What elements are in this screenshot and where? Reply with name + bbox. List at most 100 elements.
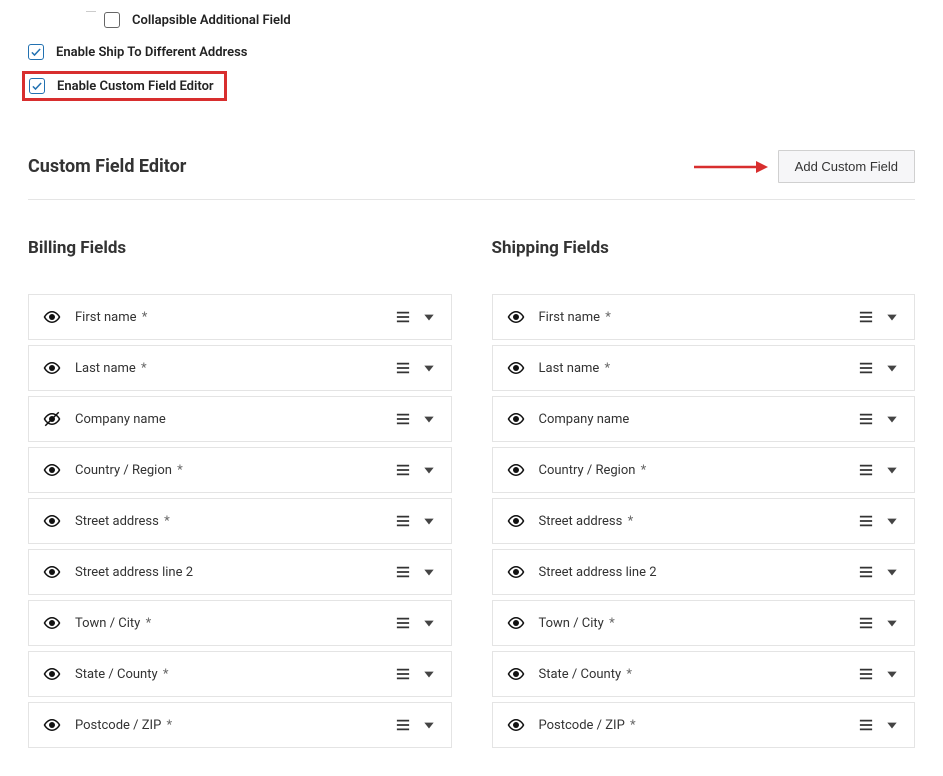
drag-handle-icon[interactable] — [858, 310, 874, 324]
field-row[interactable]: Street address * — [28, 498, 452, 544]
required-asterisk: * — [601, 361, 610, 376]
field-row[interactable]: State / County * — [28, 651, 452, 697]
expand-caret-icon[interactable] — [884, 718, 900, 732]
expand-caret-icon[interactable] — [421, 310, 437, 324]
field-label: Postcode / ZIP * — [539, 718, 859, 733]
field-row[interactable]: Town / City * — [492, 600, 916, 646]
eye-visible-icon[interactable] — [507, 665, 535, 683]
expand-caret-icon[interactable] — [884, 310, 900, 324]
drag-handle-icon[interactable] — [395, 361, 411, 375]
eye-visible-icon[interactable] — [507, 410, 535, 428]
eye-visible-icon[interactable] — [507, 461, 535, 479]
field-row[interactable]: Country / Region * — [492, 447, 916, 493]
highlight-box: Enable Custom Field Editor — [22, 71, 227, 101]
field-row[interactable]: State / County * — [492, 651, 916, 697]
option-collapsible-additional-field: Collapsible Additional Field — [80, 4, 915, 36]
required-asterisk: * — [637, 463, 646, 478]
eye-visible-icon[interactable] — [507, 308, 535, 326]
eye-visible-icon[interactable] — [507, 563, 535, 581]
drag-handle-icon[interactable] — [395, 463, 411, 477]
add-field-wrapper: Add Custom Field — [694, 150, 915, 183]
required-asterisk: * — [602, 310, 611, 325]
drag-handle-icon[interactable] — [395, 412, 411, 426]
drag-handle-icon[interactable] — [858, 718, 874, 732]
expand-caret-icon[interactable] — [421, 463, 437, 477]
field-row-actions — [858, 361, 900, 375]
eye-visible-icon[interactable] — [43, 461, 71, 479]
field-row[interactable]: Last name * — [28, 345, 452, 391]
field-row[interactable]: Postcode / ZIP * — [492, 702, 916, 748]
eye-visible-icon[interactable] — [43, 563, 71, 581]
eye-visible-icon[interactable] — [507, 359, 535, 377]
expand-caret-icon[interactable] — [884, 412, 900, 426]
shipping-column-title: Shipping Fields — [492, 238, 916, 258]
eye-visible-icon[interactable] — [507, 614, 535, 632]
drag-handle-icon[interactable] — [858, 463, 874, 477]
field-row[interactable]: Street address * — [492, 498, 916, 544]
eye-visible-icon[interactable] — [43, 359, 71, 377]
expand-caret-icon[interactable] — [884, 361, 900, 375]
eye-visible-icon[interactable] — [43, 512, 71, 530]
field-label: State / County * — [75, 667, 395, 682]
eye-visible-icon[interactable] — [43, 308, 71, 326]
field-row[interactable]: First name * — [492, 294, 916, 340]
shipping-field-list: First name * Last name * Company name Count… — [492, 294, 916, 748]
field-row-actions — [395, 514, 437, 528]
eye-visible-icon[interactable] — [43, 716, 71, 734]
expand-caret-icon[interactable] — [884, 616, 900, 630]
field-row[interactable]: Town / City * — [28, 600, 452, 646]
drag-handle-icon[interactable] — [395, 667, 411, 681]
expand-caret-icon[interactable] — [421, 667, 437, 681]
drag-handle-icon[interactable] — [858, 514, 874, 528]
eye-visible-icon[interactable] — [507, 512, 535, 530]
drag-handle-icon[interactable] — [858, 361, 874, 375]
field-row-actions — [395, 616, 437, 630]
field-row[interactable]: Country / Region * — [28, 447, 452, 493]
eye-visible-icon[interactable] — [507, 716, 535, 734]
field-row-actions — [395, 565, 437, 579]
required-asterisk: * — [138, 310, 147, 325]
drag-handle-icon[interactable] — [395, 718, 411, 732]
field-row[interactable]: First name * — [28, 294, 452, 340]
expand-caret-icon[interactable] — [884, 667, 900, 681]
expand-caret-icon[interactable] — [421, 565, 437, 579]
field-label: Street address * — [75, 514, 395, 529]
checkbox-ship-different[interactable] — [28, 44, 44, 60]
shipping-column: Shipping Fields First name * Last name * C… — [492, 238, 916, 748]
field-row[interactable]: Last name * — [492, 345, 916, 391]
field-label: First name * — [539, 310, 859, 325]
editor-section-header: Custom Field Editor Add Custom Field — [28, 150, 915, 200]
eye-visible-icon[interactable] — [43, 614, 71, 632]
expand-caret-icon[interactable] — [421, 361, 437, 375]
expand-caret-icon[interactable] — [421, 718, 437, 732]
drag-handle-icon[interactable] — [858, 565, 874, 579]
checkbox-collapsible[interactable] — [104, 12, 120, 28]
expand-caret-icon[interactable] — [421, 514, 437, 528]
drag-handle-icon[interactable] — [395, 616, 411, 630]
expand-caret-icon[interactable] — [884, 565, 900, 579]
drag-handle-icon[interactable] — [858, 667, 874, 681]
option-enable-custom-field-editor: Enable Custom Field Editor — [28, 70, 915, 102]
expand-caret-icon[interactable] — [884, 514, 900, 528]
checkbox-custom-editor[interactable] — [29, 78, 45, 94]
drag-handle-icon[interactable] — [395, 565, 411, 579]
field-row[interactable]: Postcode / ZIP * — [28, 702, 452, 748]
add-custom-field-button[interactable]: Add Custom Field — [778, 150, 915, 183]
eye-hidden-icon[interactable] — [43, 410, 71, 428]
drag-handle-icon[interactable] — [858, 616, 874, 630]
field-row[interactable]: Street address line 2 — [492, 549, 916, 595]
drag-handle-icon[interactable] — [858, 412, 874, 426]
drag-handle-icon[interactable] — [395, 514, 411, 528]
eye-visible-icon[interactable] — [43, 665, 71, 683]
expand-caret-icon[interactable] — [421, 412, 437, 426]
field-label: State / County * — [539, 667, 859, 682]
drag-handle-icon[interactable] — [395, 310, 411, 324]
field-row[interactable]: Street address line 2 — [28, 549, 452, 595]
field-row[interactable]: Company name — [492, 396, 916, 442]
field-label: Company name — [539, 412, 859, 427]
expand-caret-icon[interactable] — [421, 616, 437, 630]
required-asterisk: * — [138, 361, 147, 376]
expand-caret-icon[interactable] — [884, 463, 900, 477]
field-row[interactable]: Company name — [28, 396, 452, 442]
option-label: Collapsible Additional Field — [132, 13, 291, 28]
